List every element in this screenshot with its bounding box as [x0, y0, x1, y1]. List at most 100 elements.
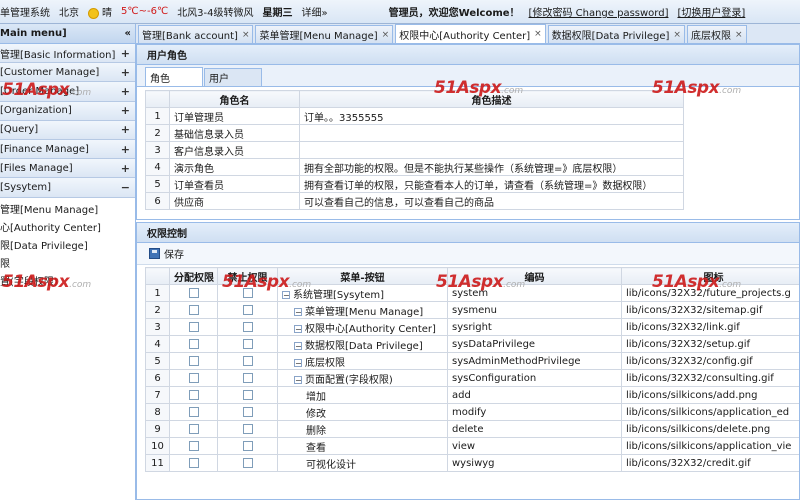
- sidebar-section[interactable]: [Order Manage] +: [0, 82, 135, 102]
- table-row[interactable]: 7 增加 add lib/icons/silkicons/add.png: [145, 386, 799, 404]
- close-icon[interactable]: ×: [534, 29, 542, 39]
- assign-checkbox[interactable]: [188, 423, 199, 434]
- table-row[interactable]: 4− 数据权限[Data Privilege] sysDataPrivilege li…: [145, 335, 799, 353]
- table-row[interactable]: 3 客户信息录入员: [145, 141, 684, 159]
- role-col-name[interactable]: 角色名: [169, 90, 300, 108]
- sidebar-subitem[interactable]: 管理[Menu Manage]: [0, 200, 135, 218]
- save-button[interactable]: 保存: [149, 246, 184, 261]
- table-row[interactable]: 3− 权限中心[Authority Center] sysright lib/icon…: [145, 318, 799, 336]
- table-row[interactable]: 2− 菜单管理[Menu Manage] sysmenu lib/icons/32X3…: [145, 301, 799, 319]
- sidebar-subitem[interactable]: 限: [0, 254, 135, 272]
- tab[interactable]: 数据权限[Data Privilege] ×: [547, 25, 685, 43]
- collapse-icon[interactable]: «: [125, 28, 131, 39]
- deny-checkbox[interactable]: [242, 423, 253, 434]
- table-row[interactable]: 9 删除 delete lib/icons/silkicons/delete.png: [145, 420, 799, 438]
- close-icon[interactable]: ×: [735, 30, 743, 40]
- deny-checkbox[interactable]: [242, 355, 253, 366]
- tree-toggle-icon[interactable]: −: [282, 290, 290, 299]
- deny-checkbox[interactable]: [242, 457, 253, 468]
- sidebar-section[interactable]: [Customer Manage] +: [0, 63, 135, 83]
- deny-checkbox[interactable]: [242, 372, 253, 383]
- assign-checkbox[interactable]: [188, 440, 199, 451]
- assign-checkbox[interactable]: [188, 287, 199, 298]
- tree-toggle-icon[interactable]: −: [294, 375, 302, 384]
- deny-cell: [217, 335, 278, 353]
- tree-toggle-icon[interactable]: −: [294, 358, 302, 367]
- deny-checkbox[interactable]: [242, 304, 253, 315]
- assign-checkbox[interactable]: [188, 321, 199, 332]
- role-col-desc[interactable]: 角色描述: [299, 90, 684, 108]
- sidebar-section[interactable]: [Query] +: [0, 120, 135, 140]
- deny-checkbox[interactable]: [242, 440, 253, 451]
- assign-checkbox[interactable]: [188, 389, 199, 400]
- weather-detail-link[interactable]: 详细»: [302, 4, 328, 19]
- save-label: 保存: [164, 250, 184, 261]
- sidebar-section[interactable]: [Organization] +: [0, 101, 135, 121]
- deny-checkbox[interactable]: [242, 338, 253, 349]
- perm-col-menu[interactable]: 菜单-按钮: [277, 267, 448, 285]
- perm-col-deny[interactable]: 禁止权限: [217, 267, 278, 285]
- expand-icon[interactable]: +: [121, 162, 130, 175]
- deny-checkbox[interactable]: [242, 321, 253, 332]
- table-row[interactable]: 1 订单管理员 订单。。3355555: [145, 107, 684, 125]
- tree-toggle-icon[interactable]: −: [294, 341, 302, 350]
- assign-checkbox[interactable]: [188, 304, 199, 315]
- sidebar-subitem[interactable]: 限[Data Privilege]: [0, 236, 135, 254]
- perm-col-code[interactable]: 编码: [447, 267, 622, 285]
- table-row[interactable]: 5 订单查看员 拥有查看订单的权限，只能查看本人的订单，请查看（系统管理=》数据权限…: [145, 175, 684, 193]
- table-row[interactable]: 4 演示角色 拥有全部功能的权限。但是不能执行某些操作（系统管理=》底层权限）: [145, 158, 684, 176]
- table-row[interactable]: 1− 系统管理[Sysytem] system lib/icons/32X32/fut…: [145, 284, 799, 302]
- assign-checkbox[interactable]: [188, 457, 199, 468]
- table-row[interactable]: 6 供应商 可以查看自己的信息，可以查看自己的商品: [145, 192, 684, 210]
- tab[interactable]: 管理[Bank account] ×: [138, 25, 254, 43]
- expand-icon[interactable]: +: [121, 47, 130, 60]
- change-password-link[interactable]: [修改密码 Change password]: [529, 4, 669, 19]
- expand-icon[interactable]: +: [121, 85, 130, 98]
- table-row[interactable]: 10 查看 view lib/icons/silkicons/application_…: [145, 437, 799, 455]
- sidebar-section[interactable]: 管理[Basic Information] +: [0, 44, 135, 64]
- role-panel-title: 用户角色: [137, 45, 799, 65]
- collapse-section-icon[interactable]: −: [121, 181, 130, 194]
- row-number: 5: [145, 175, 170, 193]
- close-icon[interactable]: ×: [673, 30, 681, 40]
- close-icon[interactable]: ×: [382, 30, 390, 40]
- assign-checkbox[interactable]: [188, 372, 199, 383]
- sidebar-subitem[interactable]: 置(字段权限): [0, 272, 135, 290]
- perm-col-assign[interactable]: 分配权限: [169, 267, 218, 285]
- tab[interactable]: 菜单管理[Menu Manage] ×: [255, 25, 394, 43]
- tree-toggle-icon[interactable]: −: [294, 324, 302, 333]
- close-icon[interactable]: ×: [242, 30, 250, 40]
- row-number: 3: [145, 318, 170, 336]
- expand-icon[interactable]: +: [121, 104, 130, 117]
- tab[interactable]: 底层权限 ×: [686, 25, 747, 43]
- table-row[interactable]: 6− 页面配置(字段权限) sysConfiguration lib/icons/32…: [145, 369, 799, 387]
- tree-toggle-icon[interactable]: −: [294, 307, 302, 316]
- switch-user-link[interactable]: [切换用户登录]: [677, 4, 745, 19]
- assign-checkbox[interactable]: [188, 355, 199, 366]
- table-row[interactable]: 11 可视化设计 wysiwyg lib/icons/32X32/credit.gif: [145, 454, 799, 472]
- permission-panel-title: 权限控制: [137, 223, 799, 243]
- sidebar-section[interactable]: [Sysytem] −: [0, 178, 135, 198]
- top-bar: 单管理系统 北京 晴 5℃~-6℃ 北风3-4级转微风 星期三 详细» 管理员，…: [0, 0, 800, 24]
- sidebar-section[interactable]: [Finance Manage] +: [0, 139, 135, 160]
- perm-col-icon[interactable]: 图标: [621, 267, 799, 285]
- deny-cell: [217, 284, 278, 302]
- deny-checkbox[interactable]: [242, 389, 253, 400]
- menu-name: 可视化设计: [306, 459, 356, 471]
- deny-checkbox[interactable]: [242, 406, 253, 417]
- deny-checkbox[interactable]: [242, 287, 253, 298]
- expand-icon[interactable]: +: [121, 123, 130, 136]
- tab[interactable]: 权限中心[Authority Center] ×: [395, 24, 546, 43]
- table-row[interactable]: 2 基础信息录入员: [145, 124, 684, 142]
- table-row[interactable]: 8 修改 modify lib/icons/silkicons/application…: [145, 403, 799, 421]
- table-row[interactable]: 5− 底层权限 sysAdminMethodPrivilege lib/icons/3…: [145, 352, 799, 370]
- sidebar-section[interactable]: [Files Manage] +: [0, 159, 135, 179]
- subtab-user[interactable]: 用户: [204, 68, 262, 86]
- assign-cell: [169, 420, 218, 438]
- assign-checkbox[interactable]: [188, 338, 199, 349]
- sidebar-subitem[interactable]: 心[Authority Center]: [0, 218, 135, 236]
- assign-checkbox[interactable]: [188, 406, 199, 417]
- expand-icon[interactable]: +: [121, 66, 130, 79]
- subtab-role[interactable]: 角色: [145, 67, 203, 86]
- expand-icon[interactable]: +: [121, 143, 130, 156]
